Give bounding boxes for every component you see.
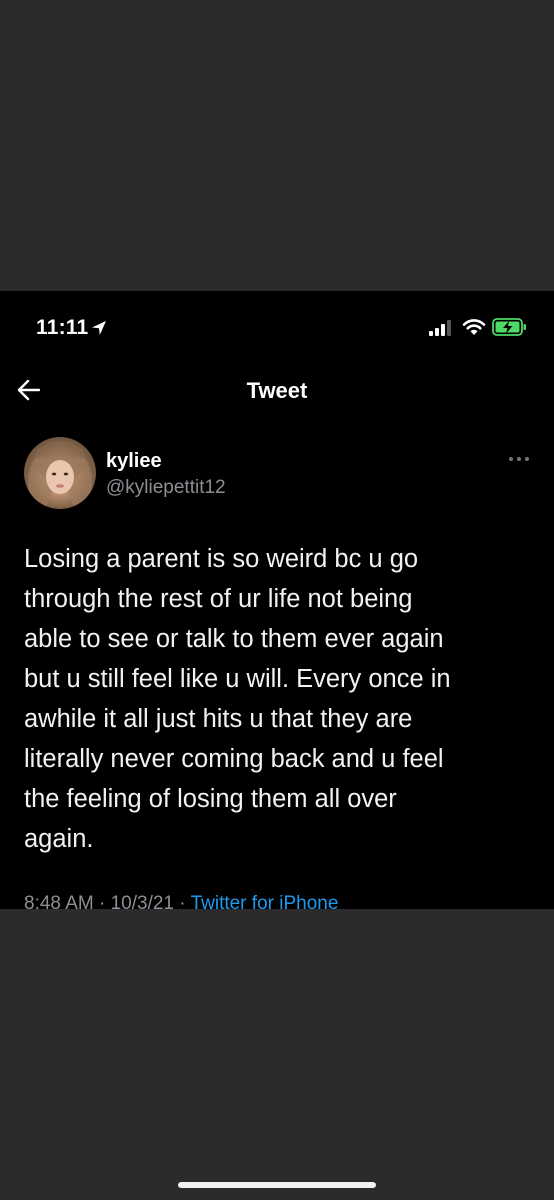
tweet-time: 8:48 AM [24,893,94,909]
status-time: 11:11 [36,316,89,339]
tweet-screenshot: 11:11 Tweet kyliee @kyliepettit12 Losing… [0,291,554,909]
tweet-text: Losing a parent is so weird bc u go thro… [24,545,451,853]
tweet-metadata: 8:48 AM · 10/3/21 · Twitter for iPhone [24,893,338,909]
avatar-photo [28,441,92,509]
location-arrow-icon [92,321,106,335]
tweet-author-row: kyliee @kyliepettit12 [0,431,554,515]
nav-bar: Tweet [0,361,554,421]
tweet-source-link[interactable]: Twitter for iPhone [191,893,339,909]
home-indicator[interactable] [178,1182,376,1188]
status-bar: 11:11 [0,291,554,361]
battery-charging-icon [492,318,526,336]
page-title: Tweet [246,378,308,403]
meta-separator: · [99,893,106,909]
photo-frame: 11:11 Tweet kyliee @kyliepettit12 Losing… [0,0,554,1200]
cellular-signal-icon [429,320,451,336]
wifi-icon [462,319,486,335]
meta-separator: · [179,893,186,909]
more-dots-icon[interactable] [506,453,532,465]
display-name[interactable]: kyliee [106,450,162,473]
avatar[interactable] [24,437,96,509]
tweet-date: 10/3/21 [110,893,175,909]
user-handle[interactable]: @kyliepettit12 [106,477,226,499]
